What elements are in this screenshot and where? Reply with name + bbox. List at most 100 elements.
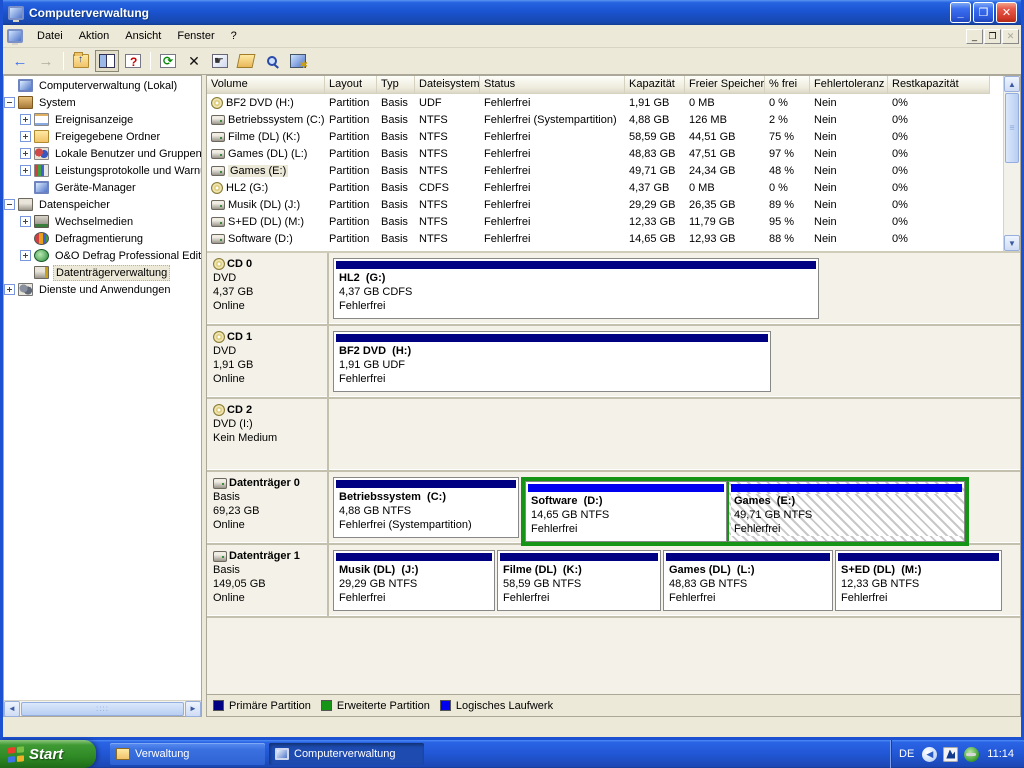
expand-icon[interactable] [20,216,31,227]
volume-box-hl2[interactable]: HL2 (G:) 4,37 GB CDFS Fehlerfrei [333,258,819,319]
tree-item-root[interactable]: Computerverwaltung (Lokal) [4,77,201,94]
find-icon[interactable] [260,50,284,72]
volume-box-filme[interactable]: Filme (DL) (K:) 58,59 GB NTFS Fehlerfrei [497,550,661,611]
expand-icon[interactable] [20,148,31,159]
back-icon[interactable]: ← [8,50,32,72]
expand-icon[interactable] [4,284,15,295]
mdi-restore-button[interactable]: ❐ [984,28,1001,44]
volume-box-musik[interactable]: Musik (DL) (J:) 29,29 GB NTFS Fehlerfrei [333,550,495,611]
table-row[interactable]: Software (D:) Partition Basis NTFS Fehlerfr… [207,230,1020,247]
expand-icon[interactable] [20,250,31,261]
tree-item-ereignisanzeige[interactable]: Ereignisanzeige [4,111,201,128]
table-row[interactable]: BF2 DVD (H:) Partition Basis UDF Fehlerfrei… [207,94,1020,111]
column-header[interactable]: Volume [207,76,325,94]
tree-item-geraete-manager[interactable]: Geräte-Manager [4,179,201,196]
tree-horizontal-scrollbar[interactable]: ◄ ► [4,700,201,717]
computer-icon [8,5,24,22]
clock[interactable]: 11:14 [987,748,1014,760]
menu-ansicht[interactable]: Ansicht [117,27,169,45]
scroll-down-icon[interactable]: ▼ [1004,235,1020,251]
table-row[interactable]: HL2 (G:) Partition Basis CDFS Fehlerfrei 4,3… [207,179,1020,196]
extended-partition-group: Software (D:) 14,65 GB NTFS Fehlerfrei Gam… [521,477,969,546]
scrollbar-thumb[interactable] [1005,93,1019,163]
tray-network-icon[interactable] [964,746,980,762]
device-row-cd0: CD 0 DVD 4,37 GB Online HL2 (G:) 4,37 GB CD… [207,253,1020,326]
scrollbar-thumb[interactable] [21,701,184,716]
language-indicator[interactable]: DE [899,748,916,760]
tree-item-datenspeicher[interactable]: Datenspeicher [4,196,201,213]
device-label[interactable]: CD 2 DVD (I:) Kein Medium [207,399,329,470]
tree-item-oo-defrag[interactable]: O&O Defrag Professional Edition [4,247,201,264]
up-folder-icon[interactable] [69,50,93,72]
column-header[interactable]: Kapazität [625,76,685,94]
device-label[interactable]: CD 1 DVD 1,91 GB Online [207,326,329,397]
table-row[interactable]: S+ED (DL) (M:) Partition Basis NTFS Fehlerf… [207,213,1020,230]
volume-list-scrollbar[interactable]: ▲ ▼ [1003,76,1020,251]
primary-partition-swatch [213,700,224,711]
column-header[interactable]: Dateisystem [415,76,480,94]
table-row[interactable]: Betriebssystem (C:) Partition Basis NTFS Fe… [207,111,1020,128]
menu-datei[interactable]: Datei [29,27,71,45]
disk-icon [211,114,225,125]
column-header[interactable]: Restkapazität [888,76,990,94]
manage-computer-icon[interactable] [286,50,310,72]
scroll-up-icon[interactable]: ▲ [1004,76,1020,92]
table-row[interactable]: Games (DL) (L:) Partition Basis NTFS Fehler… [207,145,1020,162]
properties-icon[interactable] [208,50,232,72]
tree-item-wechselmedien[interactable]: Wechselmedien [4,213,201,230]
volume-box-games-selected[interactable]: Games (E:) 49,71 GB NTFS Fehlerfrei [727,481,965,542]
open-folder-icon[interactable] [234,50,258,72]
tree-item-system[interactable]: System [4,94,201,111]
column-header[interactable]: Status [480,76,625,94]
table-row[interactable]: Filme (DL) (K:) Partition Basis NTFS Fehler… [207,128,1020,145]
collapse-icon[interactable] [4,199,15,210]
tree-item-dienste[interactable]: Dienste und Anwendungen [4,281,201,298]
taskbar-item-verwaltung[interactable]: Verwaltung [110,743,265,765]
collapse-icon[interactable] [4,97,15,108]
performance-icon [34,164,49,177]
menu-aktion[interactable]: Aktion [71,27,118,45]
column-header[interactable]: Fehlertoleranz [810,76,888,94]
hard-disk-icon [213,550,227,562]
help-icon[interactable] [121,50,145,72]
start-button[interactable]: Start [0,740,96,768]
column-header[interactable]: Typ [377,76,415,94]
mdi-minimize-button[interactable]: _ [966,28,983,44]
tree-item-datentraegerverwaltung[interactable]: Datenträgerverwaltung [4,264,201,281]
volume-box-betriebssystem[interactable]: Betriebssystem (C:) 4,88 GB NTFS Fehlerfre… [333,477,519,538]
title-bar[interactable]: Computerverwaltung _ ❐ ✕ [3,0,1021,25]
restore-button[interactable]: ❐ [973,2,994,23]
scroll-left-icon[interactable]: ◄ [4,700,20,717]
volume-box-bf2dvd[interactable]: BF2 DVD (H:) 1,91 GB UDF Fehlerfrei [333,331,771,392]
refresh-icon[interactable] [156,50,180,72]
hide-icons-chevron-icon[interactable]: ◀ [922,746,938,762]
device-label[interactable]: Datenträger 0 Basis 69,23 GB Online [207,472,329,543]
column-header[interactable]: % frei [765,76,810,94]
taskbar-item-computerverwaltung[interactable]: Computerverwaltung [269,743,424,765]
menu-hilfe[interactable]: ? [223,27,245,45]
tree-item-defragmentierung[interactable]: Defragmentierung [4,230,201,247]
device-label[interactable]: CD 0 DVD 4,37 GB Online [207,253,329,324]
column-header[interactable]: Freier Speicher [685,76,765,94]
table-row-selected[interactable]: Games (E:) Partition Basis NTFS Fehlerfrei 4… [207,162,1020,179]
expand-icon[interactable] [20,131,31,142]
column-header[interactable]: Layout [325,76,377,94]
scroll-right-icon[interactable]: ► [185,700,201,717]
volume-box-games-dl[interactable]: Games (DL) (L:) 48,83 GB NTFS Fehlerfrei [663,550,833,611]
minimize-button[interactable]: _ [950,2,971,23]
tree-item-lokale-benutzer[interactable]: Lokale Benutzer und Gruppen [4,145,201,162]
show-console-tree-icon[interactable] [95,50,119,72]
volume-box-software[interactable]: Software (D:) 14,65 GB NTFS Fehlerfrei [525,481,727,542]
expand-icon[interactable] [20,165,31,176]
oo-defrag-icon [34,249,49,262]
tray-app-icon[interactable] [943,746,959,762]
table-row[interactable]: Musik (DL) (J:) Partition Basis NTFS Fehler… [207,196,1020,213]
device-label[interactable]: Datenträger 1 Basis 149,05 GB Online [207,545,329,616]
close-button[interactable]: ✕ [996,2,1017,23]
tree-item-leistungsprotokolle[interactable]: Leistungsprotokolle und Warnungen [4,162,201,179]
delete-icon[interactable]: ✕ [182,50,206,72]
tree-item-freigegebene-ordner[interactable]: Freigegebene Ordner [4,128,201,145]
expand-icon[interactable] [20,114,31,125]
menu-fenster[interactable]: Fenster [169,27,222,45]
volume-box-sed[interactable]: S+ED (DL) (M:) 12,33 GB NTFS Fehlerfrei [835,550,1002,611]
